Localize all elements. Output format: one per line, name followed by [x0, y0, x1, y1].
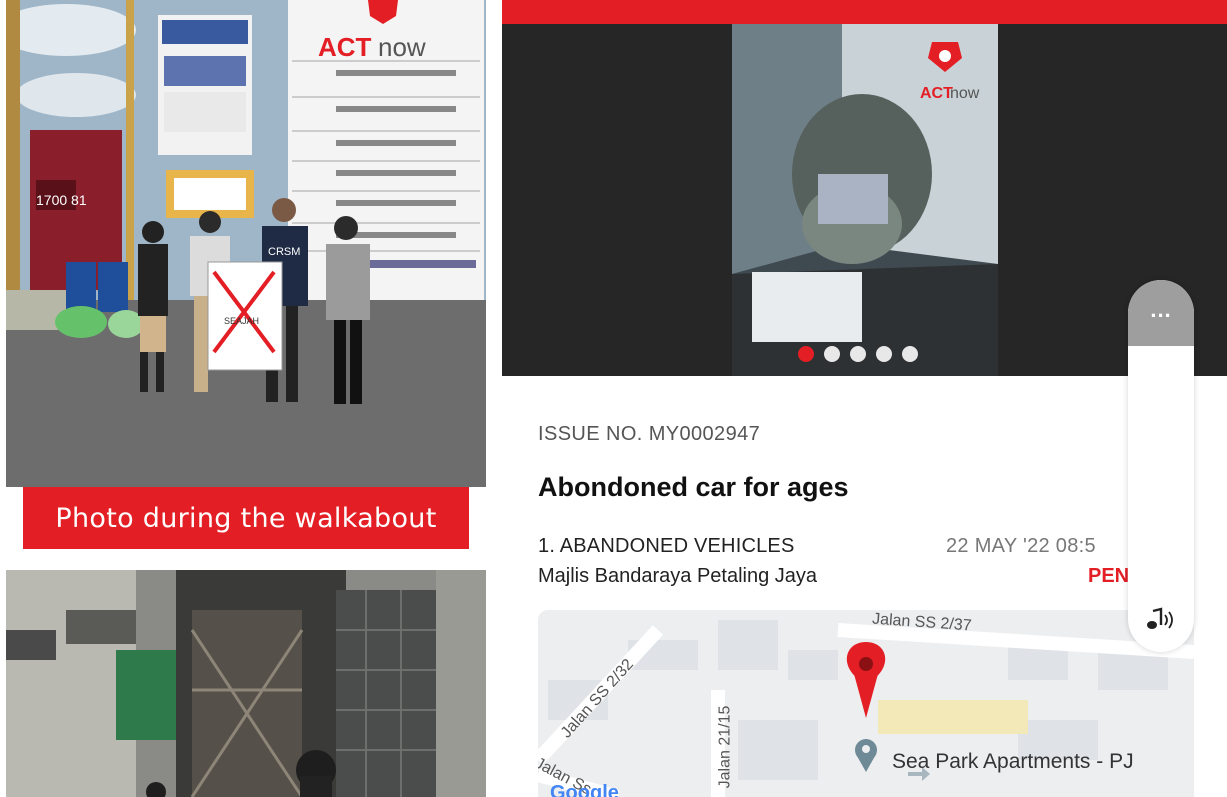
music-audio-icon[interactable] [1128, 594, 1194, 646]
page: 1700 81 ACT now CRSM SEAJAH Photo during… [0, 0, 1227, 797]
issue-category: 1. ABANDONED VEHICLES [538, 535, 795, 557]
map-street-label: Jalan 21/15 [716, 705, 734, 789]
gallery-current-photo[interactable]: ACT now [732, 24, 998, 376]
svg-text:ACT: ACT [318, 32, 372, 62]
issue-status-badge: PEN [1088, 565, 1130, 587]
gallery-dot[interactable] [850, 346, 866, 362]
photo-caption-text: Photo during the walkabout [55, 502, 437, 534]
gallery-pagination [798, 346, 918, 362]
floating-accessibility-panel[interactable]: ... [1128, 280, 1194, 652]
actnow-app-screen: ACT now ISSUE NO. MY0002947 Abondoned ca… [502, 0, 1227, 797]
issue-title: Abondoned car for ages [538, 472, 849, 502]
issue-council: Majlis Bandaraya Petaling Jaya [538, 565, 818, 587]
issue-number: ISSUE NO. MY0002947 [538, 423, 761, 445]
more-menu-label: ... [1150, 297, 1172, 322]
issue-date: 22 MAY '22 08:5 [946, 535, 1096, 557]
gallery-dot-active[interactable] [798, 346, 814, 362]
walkabout-photo: 1700 81 ACT now CRSM SEAJAH [6, 0, 486, 487]
svg-text:SEAJAH: SEAJAH [224, 316, 259, 326]
photo-caption-banner: Photo during the walkabout [23, 487, 469, 549]
svg-text:now: now [378, 32, 426, 62]
issue-location-map[interactable]: Jalan SS 2/37 Jalan SS 2/32 Jalan 21/15 … [538, 610, 1194, 797]
issue-photo-gallery[interactable]: ACT now [502, 24, 1227, 376]
svg-text:now: now [950, 85, 980, 102]
google-logo: Google [550, 782, 619, 797]
gallery-dot[interactable] [902, 346, 918, 362]
gallery-dot[interactable] [824, 346, 840, 362]
map-poi-label[interactable]: Sea Park Apartments - PJ [892, 750, 1134, 774]
svg-text:ACT: ACT [920, 85, 953, 102]
gallery-dot[interactable] [876, 346, 892, 362]
alley-photo [6, 570, 486, 797]
svg-text:CRSM: CRSM [268, 246, 300, 258]
ellipsis-icon[interactable]: ... [1128, 280, 1194, 346]
app-header-bar [502, 0, 1227, 24]
svg-text:1700 81: 1700 81 [36, 192, 87, 208]
